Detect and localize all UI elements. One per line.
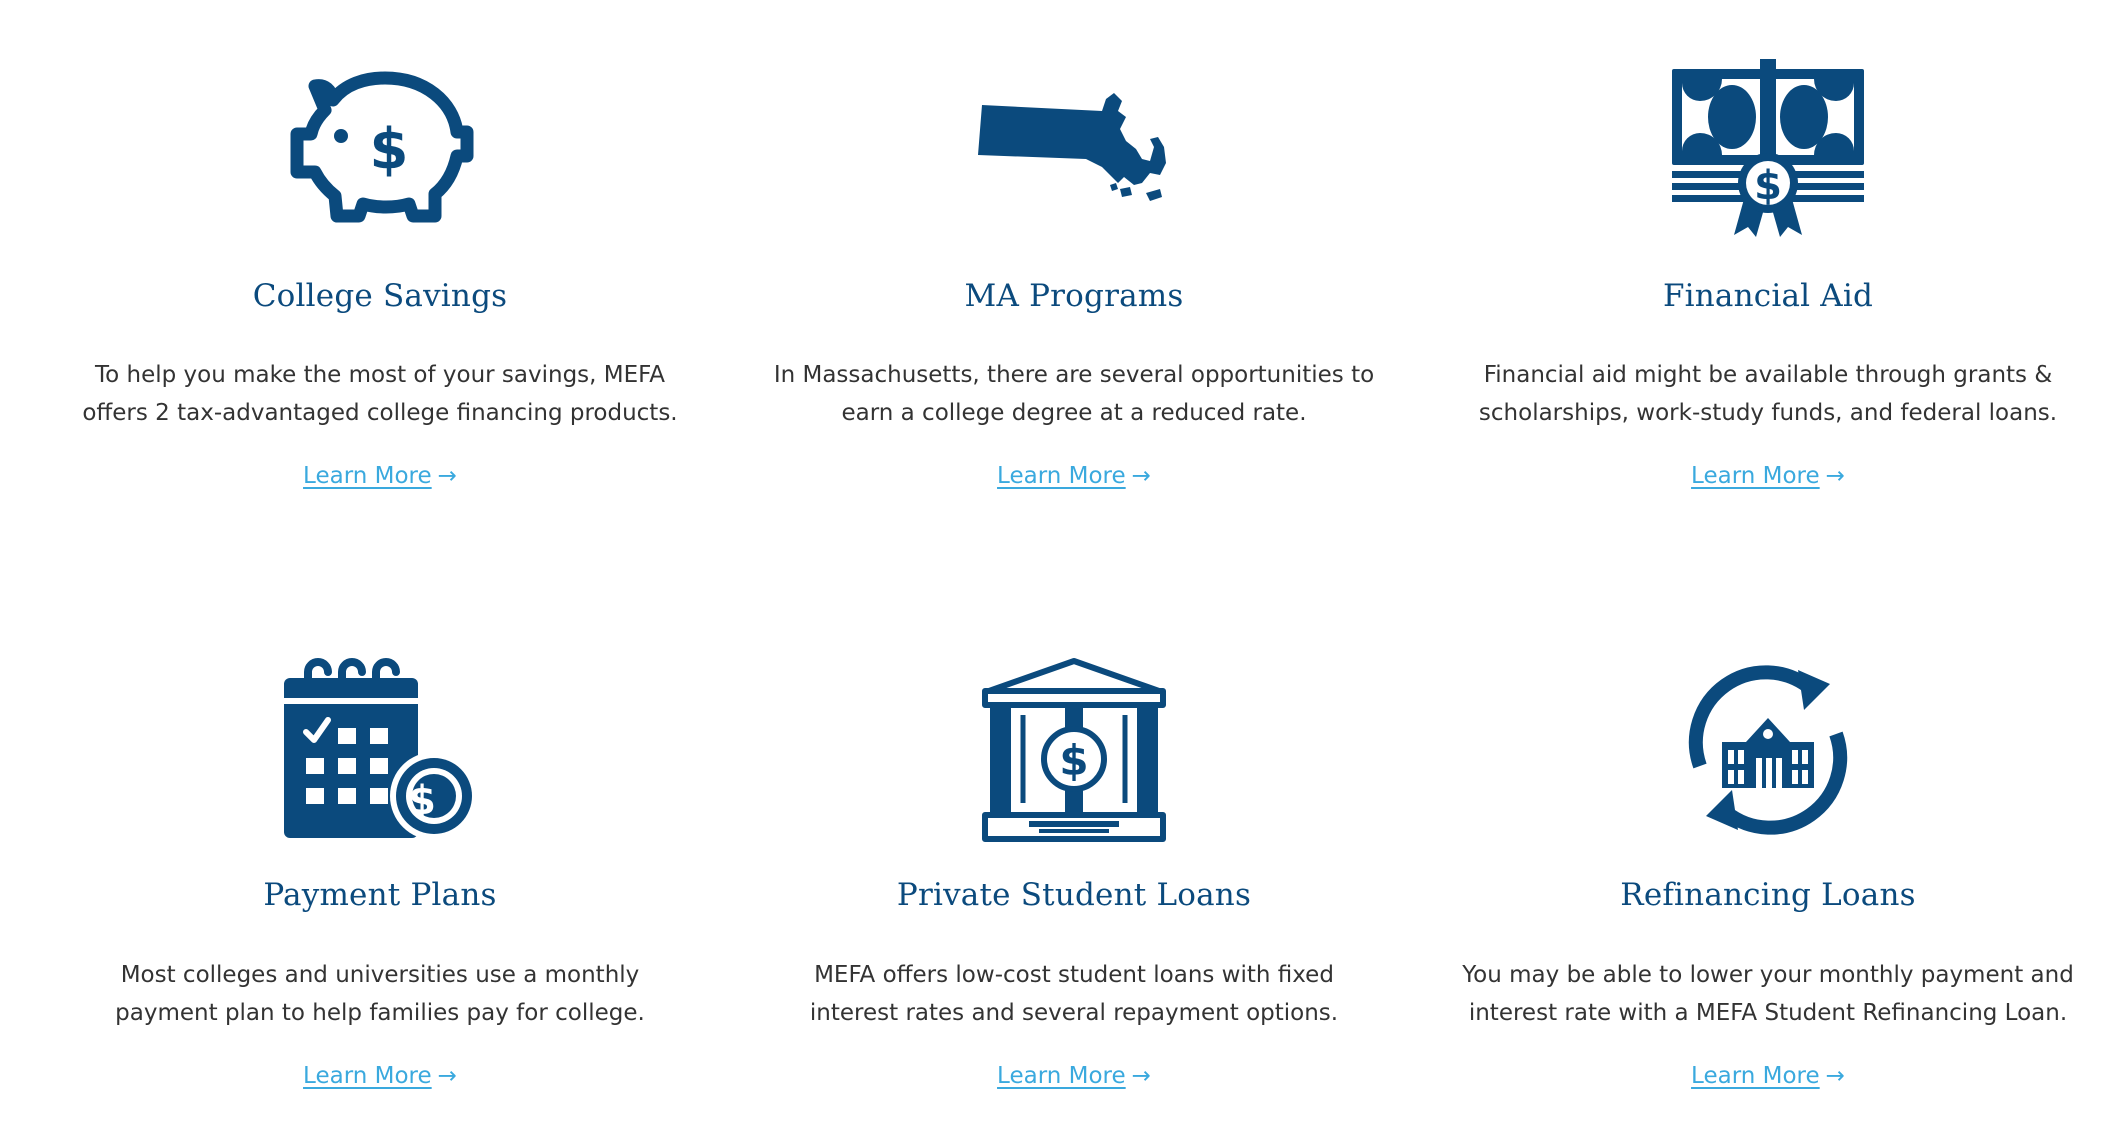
svg-text:$: $ (408, 778, 436, 824)
card-description: In Massachusetts, there are several oppo… (773, 362, 1375, 426)
card-title: College Savings (252, 278, 508, 314)
learn-more-link[interactable]: Learn More → (40, 1063, 720, 1089)
piggy-bank-icon: $ (40, 55, 720, 245)
learn-more-link[interactable]: Learn More → (1428, 1063, 2108, 1089)
calendar-coin-icon: $ (40, 655, 720, 845)
learn-more-link[interactable]: Learn More → (1428, 463, 2108, 489)
money-diploma-icon: $ (1428, 55, 2108, 245)
svg-text:$: $ (370, 117, 409, 182)
bank-building-icon: $ (734, 655, 1414, 845)
massachusetts-map-icon (734, 55, 1414, 245)
card-title: MA Programs (964, 278, 1184, 314)
arrow-right-icon: → (1825, 463, 1845, 489)
card-title: Private Student Loans (896, 877, 1252, 913)
card-title: Refinancing Loans (1620, 877, 1916, 913)
arrow-right-icon: → (1131, 1063, 1151, 1089)
svg-text:$: $ (1754, 163, 1782, 209)
card-description: MEFA offers low-cost student loans with … (809, 962, 1339, 1026)
arrow-right-icon: → (1131, 463, 1151, 489)
arrow-right-icon: → (437, 1063, 457, 1089)
card-description: You may be able to lower your monthly pa… (1462, 962, 2074, 1026)
card-description: To help you make the most of your saving… (82, 362, 678, 426)
card-description: Most colleges and universities use a mon… (115, 962, 645, 1026)
card-description: Financial aid might be available through… (1478, 362, 2058, 426)
arrow-right-icon: → (437, 463, 457, 489)
learn-more-link[interactable]: Learn More → (734, 463, 1414, 489)
svg-text:$: $ (1059, 736, 1088, 785)
product-card-grid: $ College Savings To help you make the m… (0, 0, 2122, 1146)
card-title: Payment Plans (263, 877, 497, 913)
card-title: Financial Aid (1662, 278, 1874, 314)
arrow-right-icon: → (1825, 1063, 1845, 1089)
learn-more-link[interactable]: Learn More → (40, 463, 720, 489)
refinance-cycle-icon (1428, 655, 2108, 845)
learn-more-link[interactable]: Learn More → (734, 1063, 1414, 1089)
